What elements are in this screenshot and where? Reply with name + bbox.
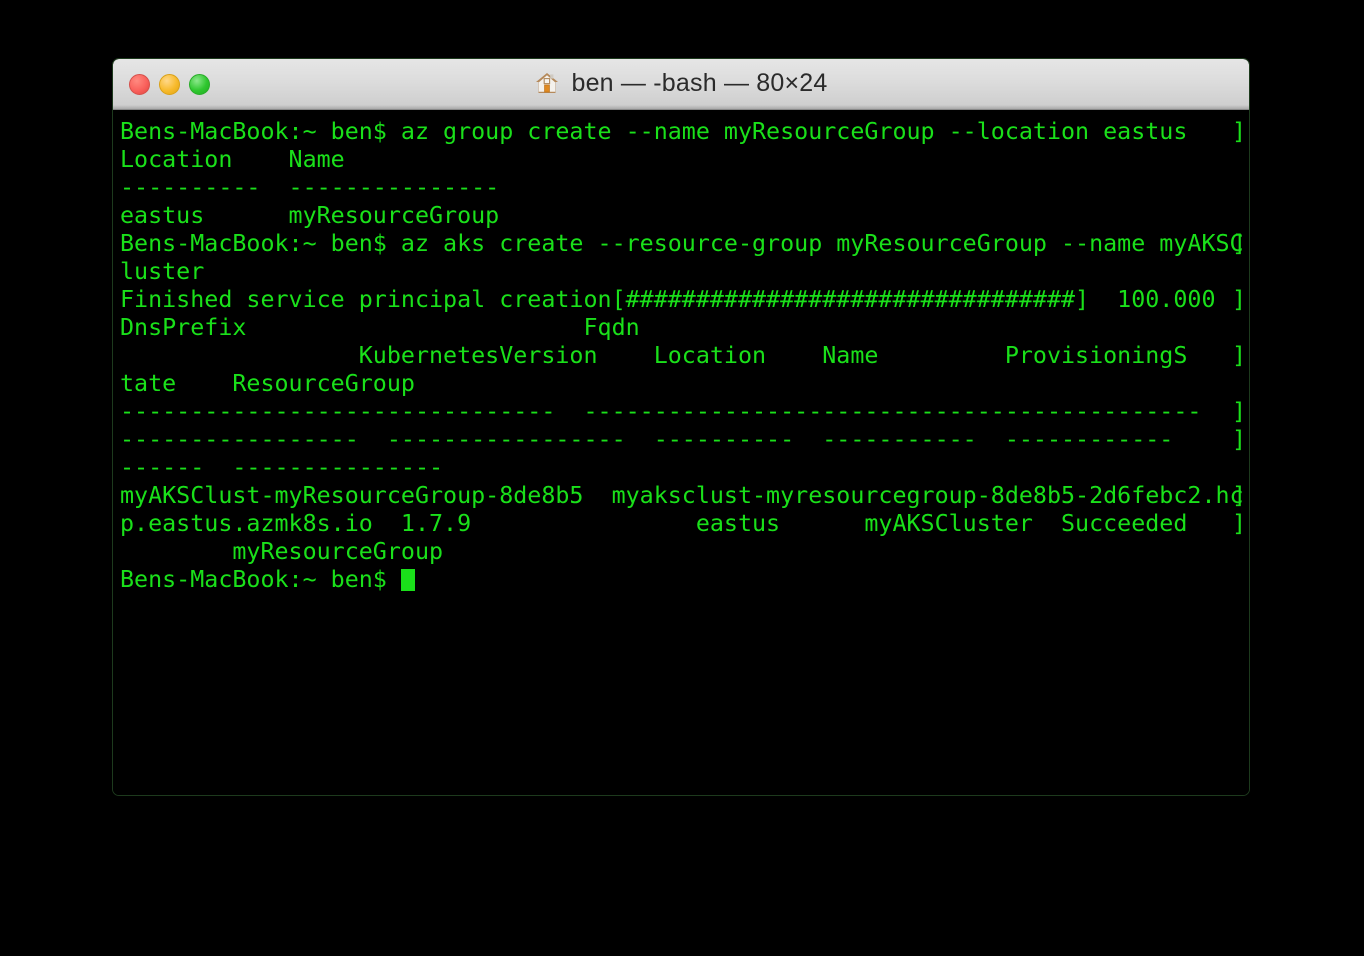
terminal-line-text: Bens-MacBook:~ ben$ (120, 565, 401, 593)
terminal-line-text: ---------- --------------- (120, 173, 500, 201)
terminal-line-text: tate ResourceGroup (120, 369, 415, 397)
terminal-line: ------ --------------- (120, 453, 1249, 481)
close-button[interactable] (129, 74, 150, 95)
minimize-button[interactable] (159, 74, 180, 95)
terminal-line: Finished service principal creation[####… (120, 285, 1249, 313)
terminal-line-text: Finished service principal creation[####… (120, 285, 1216, 313)
terminal-line-text: luster (120, 257, 205, 285)
terminal-line: p.eastus.azmk8s.io 1.7.9 eastus myAKSClu… (120, 509, 1249, 537)
terminal-line-text: Location Name (120, 145, 345, 173)
window-title: ben — -bash — 80×24 (571, 68, 828, 97)
terminal-line: Bens-MacBook:~ ben$ az group create --na… (120, 117, 1249, 145)
terminal-line: DnsPrefix Fqdn (120, 313, 1249, 341)
terminal-line: myAKSClust-myResourceGroup-8de8b5 myaksc… (120, 481, 1249, 509)
terminal-line-text: myResourceGroup (120, 537, 444, 565)
terminal-body[interactable]: Bens-MacBook:~ ben$ az group create --na… (113, 110, 1249, 795)
terminal-line: ------------------------------- --------… (120, 397, 1249, 425)
terminal-cursor (400, 569, 415, 591)
terminal-line: Location Name (120, 145, 1249, 173)
terminal-line-text: Bens-MacBook:~ ben$ az aks create --reso… (120, 229, 1244, 257)
title-bar[interactable]: ben — -bash — 80×24 (113, 59, 1249, 110)
terminal-line-text: ------ --------------- (120, 453, 444, 481)
line-wrap-marker: ] (1231, 397, 1246, 425)
terminal-line-text: myAKSClust-myResourceGroup-8de8b5 myaksc… (120, 481, 1244, 509)
line-wrap-marker: ] (1231, 425, 1246, 453)
terminal-line: ----------------- ----------------- ----… (120, 425, 1249, 453)
terminal-line: KubernetesVersion Location Name Provisio… (120, 341, 1249, 369)
terminal-window[interactable]: ben — -bash — 80×24 Bens-MacBook:~ ben$ … (112, 58, 1250, 796)
terminal-line-text: p.eastus.azmk8s.io 1.7.9 eastus myAKSClu… (120, 509, 1188, 537)
terminal-line: Bens-MacBook:~ ben$ (120, 565, 1249, 593)
line-wrap-marker: ] (1231, 117, 1246, 145)
line-wrap-marker: ] (1231, 285, 1246, 313)
terminal-line-text: ----------------- ----------------- ----… (120, 425, 1174, 453)
terminal-line-text: DnsPrefix Fqdn (120, 313, 640, 341)
home-icon (534, 70, 560, 96)
terminal-line: tate ResourceGroup (120, 369, 1249, 397)
terminal-output: Bens-MacBook:~ ben$ az group create --na… (120, 117, 1249, 593)
line-wrap-marker: ] (1231, 341, 1246, 369)
line-wrap-marker: ] (1231, 229, 1246, 257)
terminal-line-text: KubernetesVersion Location Name Provisio… (120, 341, 1188, 369)
terminal-line: ---------- --------------- (120, 173, 1249, 201)
desktop-background: ben — -bash — 80×24 Bens-MacBook:~ ben$ … (0, 0, 1364, 956)
terminal-line-text: ------------------------------- --------… (120, 397, 1202, 425)
line-wrap-marker: ] (1231, 509, 1246, 537)
terminal-line-text: Bens-MacBook:~ ben$ az group create --na… (120, 117, 1188, 145)
terminal-line: myResourceGroup (120, 537, 1249, 565)
terminal-line-text: eastus myResourceGroup (120, 201, 500, 229)
terminal-line: eastus myResourceGroup (120, 201, 1249, 229)
line-wrap-marker: ] (1231, 481, 1246, 509)
zoom-button[interactable] (189, 74, 210, 95)
terminal-line: Bens-MacBook:~ ben$ az aks create --reso… (120, 229, 1249, 257)
title-group: ben — -bash — 80×24 (534, 69, 827, 98)
terminal-line: luster (120, 257, 1249, 285)
window-controls (129, 59, 210, 110)
